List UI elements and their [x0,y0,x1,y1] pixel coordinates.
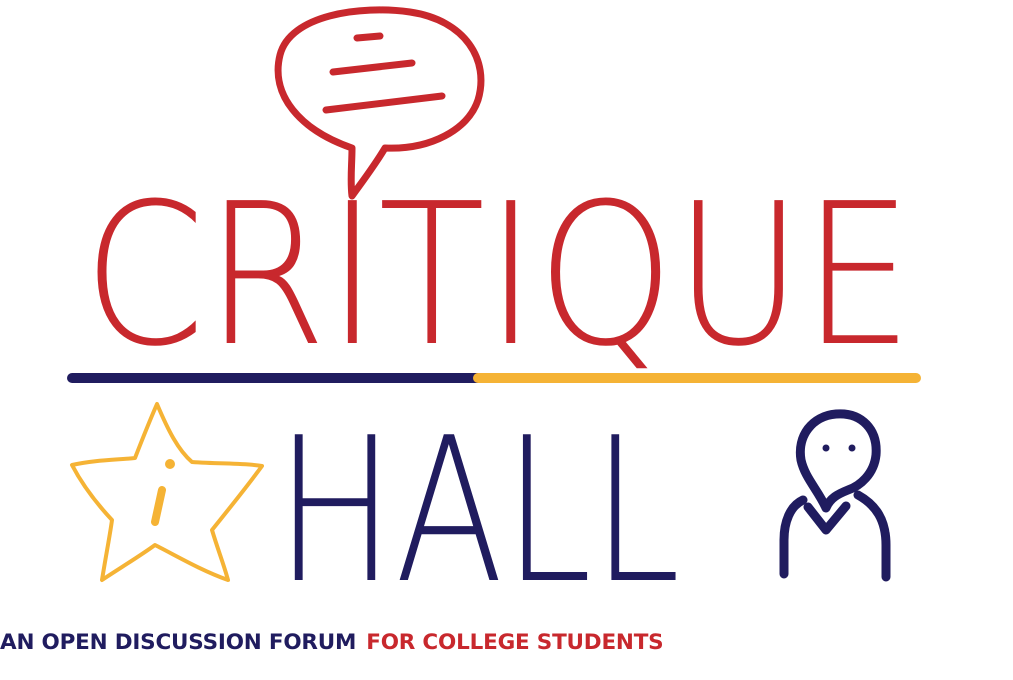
tagline-part2: FOR COLLEGE STUDENTS [366,630,664,655]
tagline-part1: AN OPEN DISCUSSION FORUM [0,630,357,655]
logo: CRITIQUE HALL [67,6,921,628]
hall-wordmark: HALL [276,395,681,628]
person-icon [779,409,891,582]
star-icon [70,402,264,582]
critique-wordmark: CRITIQUE [83,162,913,390]
tagline: AN OPEN DISCUSSION FORUM FOR COLLEGE STUD… [0,618,1013,668]
